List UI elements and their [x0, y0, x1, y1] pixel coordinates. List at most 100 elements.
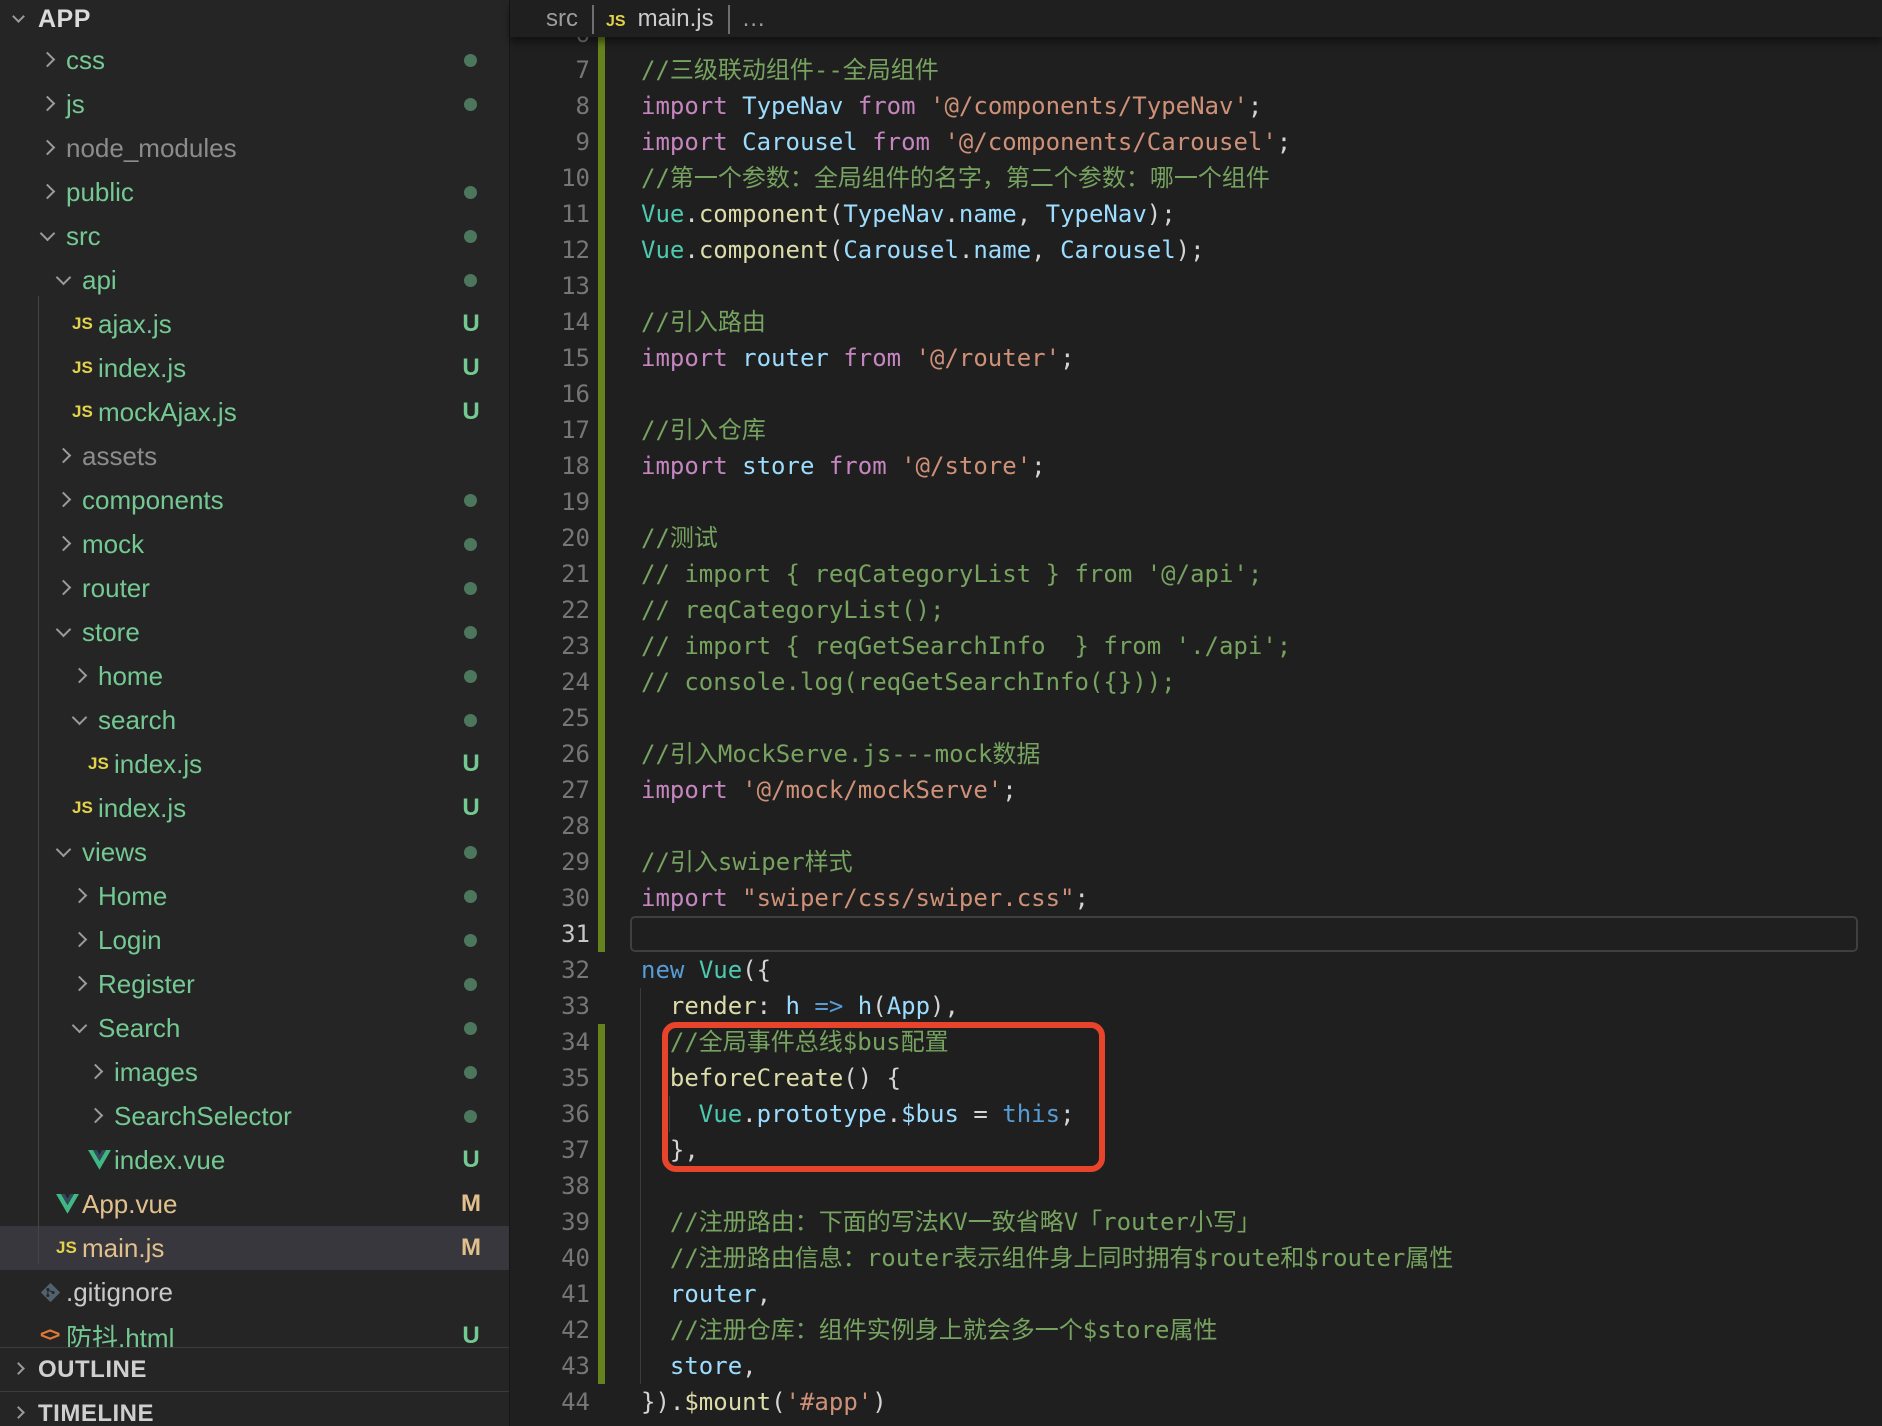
tree-item-SearchSelector[interactable]: SearchSelector	[0, 1094, 509, 1138]
tree-item-防抖.html[interactable]: <> 防抖.html U	[0, 1314, 509, 1347]
line-number: 6	[510, 37, 590, 52]
tree-item-label: components	[82, 484, 224, 515]
tree-item-index.js[interactable]: JS index.js U	[0, 742, 509, 786]
git-gutter-modified-icon	[598, 880, 605, 916]
tree-item-Home[interactable]: Home	[0, 874, 509, 918]
sidebar-section-timeline[interactable]: TIMELINE	[0, 1391, 509, 1426]
sidebar-section-outline[interactable]: OUTLINE	[0, 1347, 509, 1391]
tree-item-Register[interactable]: Register	[0, 962, 509, 1006]
git-dot-badge	[464, 273, 477, 287]
git-gutter-modified-icon	[598, 1060, 605, 1096]
chevron-right-icon	[12, 1406, 38, 1419]
tree-item-js[interactable]: js	[0, 82, 509, 126]
tree-item-home[interactable]: home	[0, 654, 509, 698]
tree-item-store[interactable]: store	[0, 610, 509, 654]
tree-item-public[interactable]: public	[0, 170, 509, 214]
tree-item-Search[interactable]: Search	[0, 1006, 509, 1050]
tree-item-label: .gitignore	[66, 1276, 173, 1307]
current-line-highlight	[630, 916, 1858, 952]
outline-section-label: OUTLINE	[38, 1355, 147, 1383]
timeline-section-label: TIMELINE	[38, 1399, 154, 1426]
code-line: 26 //引入MockServe.js---mock数据	[510, 736, 1882, 772]
tree-item-images[interactable]: images	[0, 1050, 509, 1094]
code-text: //引入MockServe.js---mock数据	[641, 740, 1041, 768]
tree-item-mockAjax.js[interactable]: JS mockAjax.js U	[0, 390, 509, 434]
git-gutter-modified-icon	[598, 268, 605, 304]
annotation-box	[662, 1022, 1105, 1172]
breadcrumb-item[interactable]: src	[546, 5, 578, 33]
code-line: 6	[510, 37, 1882, 52]
git-status-badge: U	[462, 1146, 480, 1173]
line-number: 32	[561, 956, 590, 984]
code-editor[interactable]: src JS main.js … 6 7 //三级联动组件--全局组件 8 import Ty…	[510, 0, 1882, 1426]
js-file-icon: JS	[606, 12, 626, 30]
chevron-right-icon	[71, 887, 98, 903]
tree-item-.gitignore[interactable]: .gitignore	[0, 1270, 509, 1314]
chevron-right-icon	[12, 1362, 38, 1375]
code-text: import "swiper/css/swiper.css";	[641, 884, 1089, 912]
git-gutter-modified-icon	[598, 700, 605, 736]
git-dot-badge	[464, 625, 477, 639]
line-number: 35	[561, 1064, 590, 1092]
git-dot-badge	[464, 845, 477, 859]
code-text: render: h => h(App),	[669, 992, 959, 1020]
code-text: import router from '@/router';	[641, 344, 1075, 372]
code-area[interactable]: 6 7 //三级联动组件--全局组件 8 import TypeNav from '@/…	[510, 37, 1882, 1426]
js-file-icon: JS	[72, 358, 93, 377]
code-text: // import { reqGetSearchInfo } from './a…	[641, 632, 1292, 660]
code-text: new Vue({	[641, 956, 772, 984]
code-line: 24 // console.log(reqGetSearchInfo({}));	[510, 664, 1882, 700]
project-root-header[interactable]: APP	[0, 0, 509, 38]
tree-item-node_modules[interactable]: node_modules	[0, 126, 509, 170]
tree-item-search[interactable]: search	[0, 698, 509, 742]
tree-item-components[interactable]: components	[0, 478, 509, 522]
tree-item-views[interactable]: views	[0, 830, 509, 874]
tree-item-main.js[interactable]: JS main.js M	[0, 1226, 509, 1270]
breadcrumb-item[interactable]: …	[742, 5, 766, 33]
tree-item-label: public	[66, 176, 134, 207]
git-gutter-modified-icon	[598, 88, 605, 124]
tree-item-index.js[interactable]: JS index.js U	[0, 346, 509, 390]
tree-item-App.vue[interactable]: App.vue M	[0, 1182, 509, 1226]
git-file-icon	[40, 1282, 66, 1303]
tree-item-ajax.js[interactable]: JS ajax.js U	[0, 302, 509, 346]
breadcrumb-item[interactable]: main.js	[638, 5, 714, 33]
tree-item-api[interactable]: api	[0, 258, 509, 302]
chevron-right-icon	[87, 1107, 114, 1123]
tree-item-router[interactable]: router	[0, 566, 509, 610]
tree-item-css[interactable]: css	[0, 38, 509, 82]
code-line: 41 router,	[510, 1276, 1882, 1312]
indent-guide	[640, 988, 641, 1384]
line-number: 22	[561, 596, 590, 624]
line-number: 41	[561, 1280, 590, 1308]
line-number: 33	[561, 992, 590, 1020]
tree-item-label: index.js	[98, 792, 187, 823]
code-line: 33 render: h => h(App),	[510, 988, 1882, 1024]
tree-item-mock[interactable]: mock	[0, 522, 509, 566]
tree-item-index.js[interactable]: JS index.js U	[0, 786, 509, 830]
tree-item-index.vue[interactable]: index.vue U	[0, 1138, 509, 1182]
chevron-down-icon	[55, 841, 82, 857]
git-gutter-modified-icon	[598, 52, 605, 88]
line-number: 18	[561, 452, 590, 480]
tree-item-assets[interactable]: assets	[0, 434, 509, 478]
code-line: 18 import store from '@/store';	[510, 448, 1882, 484]
code-text: router,	[669, 1280, 772, 1308]
breadcrumb[interactable]: src JS main.js …	[510, 0, 1882, 37]
line-number: 34	[561, 1028, 590, 1056]
code-line: 8 import TypeNav from '@/components/TypeN…	[510, 88, 1882, 124]
code-line: 42 //注册仓库：组件实例身上就会多一个$store属性	[510, 1312, 1882, 1348]
code-text: }).$mount('#app')	[641, 1388, 887, 1416]
tree-item-src[interactable]: src	[0, 214, 509, 258]
tree-item-label: index.js	[98, 352, 187, 383]
git-gutter-modified-icon	[598, 1312, 605, 1348]
tree-item-label: router	[82, 572, 150, 603]
git-gutter-modified-icon	[598, 1168, 605, 1204]
line-number: 14	[561, 308, 590, 336]
tree-item-Login[interactable]: Login	[0, 918, 509, 962]
chevron-right-icon	[39, 95, 66, 111]
code-line: 40 //注册路由信息：router表示组件身上同时拥有$route和$rout…	[510, 1240, 1882, 1276]
git-gutter-modified-icon	[598, 520, 605, 556]
git-gutter-modified-icon	[598, 160, 605, 196]
chevron-down-icon	[39, 225, 66, 241]
